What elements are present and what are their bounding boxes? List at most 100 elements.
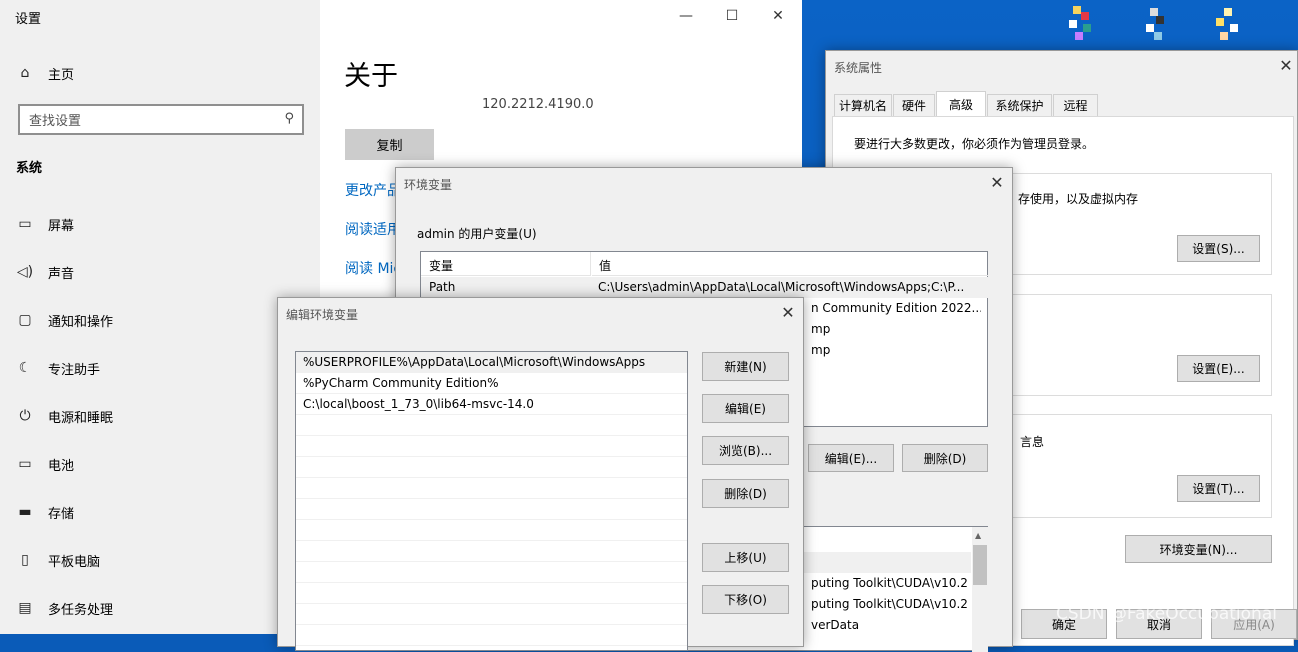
tab-4[interactable]: 远程 [1053,94,1098,116]
list-item[interactable] [296,499,687,520]
sidebar-item-2[interactable]: ▢ 通知和操作 [16,308,316,332]
search-icon: ⚲ [284,111,294,126]
sidebar-item-label: 平板电脑 [48,554,101,570]
close-icon[interactable]: ✕ [755,1,801,31]
watermark: CSDN @FakeOccupational [1056,604,1277,624]
performance-settings-button[interactable]: 设置(S)... [1177,235,1260,262]
sidebar-item-7[interactable]: ▯ 平板电脑 [16,548,316,572]
tab-3[interactable]: 系统保护 [987,94,1052,116]
dialog-title: 系统属性 [834,61,883,75]
new-entry-button[interactable]: 新建(N) [702,352,789,381]
sidebar-item-5[interactable]: ▭ 电池 [16,452,316,476]
close-icon[interactable]: ✕ [776,303,800,322]
profile-settings-button[interactable]: 设置(E)... [1177,355,1260,382]
sidebar-item-label: 屏幕 [48,218,75,234]
scrollbar-thumb[interactable] [973,545,987,585]
sidebar-item-0[interactable]: ▭ 屏幕 [16,212,316,236]
sidebar-item-3[interactable]: ☾ 专注助手 [16,356,316,380]
edit-environment-variable-dialog: 编辑环境变量 ✕ %USERPROFILE%\AppData\Local\Mic… [277,297,804,651]
list-item[interactable]: %PyCharm Community Edition% [296,373,687,394]
list-item[interactable]: C:\local\boost_1_73_0\lib64-msvc-14.0 [296,394,687,415]
list-item[interactable] [296,520,687,541]
sidebar-item-1[interactable]: ◁) 声音 [16,260,316,284]
variable-value: n Community Edition 2022.... [811,301,981,315]
browse-button[interactable]: 浏览(B)... [702,436,789,465]
version-text: 120.2212.4190.0 [482,97,594,112]
sidebar-item-label: 主页 [48,67,75,83]
variable-value: puting Toolkit\CUDA\v10.2 [811,597,968,611]
search-placeholder: 查找设置 [29,114,82,129]
multitask-icon: ▤ [18,600,32,616]
storage-icon: ▬ [18,504,32,520]
scroll-up-icon[interactable]: ▲ [975,531,981,540]
sidebar-item-8[interactable]: ▤ 多任务处理 [16,596,316,620]
settings-title: 设置 [15,12,42,27]
dialog-title: 编辑环境变量 [286,308,359,322]
list-item[interactable] [296,415,687,436]
search-input[interactable]: 查找设置 ⚲ [18,104,304,135]
variable-value: mp [811,322,831,336]
move-up-button[interactable]: 上移(U) [702,543,789,572]
page-title: 关于 [344,61,398,92]
link-read-microsoft[interactable]: 阅读 Mic [345,258,401,278]
list-item[interactable] [296,604,687,625]
delete-entry-button[interactable]: 删除(D) [702,479,789,508]
sidebar-item-4[interactable]: ⏻ 电源和睡眠 [16,404,316,428]
list-item[interactable] [296,541,687,562]
copy-button[interactable]: 复制 [345,129,434,160]
list-item[interactable] [296,562,687,583]
moon-icon: ☾ [18,360,32,376]
edit-user-variable-button[interactable]: 编辑(E)... [808,444,894,472]
sidebar-item-label: 专注助手 [48,362,101,378]
edit-entry-button[interactable]: 编辑(E) [702,394,789,423]
group-description: 言息 [1020,435,1045,449]
variable-value: mp [811,343,831,357]
desktop-app-icon[interactable] [1140,6,1174,44]
sidebar-item-label: 存储 [48,506,75,522]
group-description: 存使用，以及虚拟内存 [1018,192,1139,206]
link-read-terms[interactable]: 阅读适用 [345,219,401,239]
desktop-app-icon[interactable] [1212,6,1246,44]
sidebar-item-home[interactable]: ⌂ 主页 [16,61,316,85]
desktop-app-icon[interactable] [1065,6,1099,44]
variable-name: Path [429,280,456,294]
table-row[interactable]: Path C:\Users\admin\AppData\Local\Microso… [421,277,988,298]
minimize-icon[interactable]: — [663,1,709,31]
monitor-icon: ▭ [18,216,32,232]
tab-2[interactable]: 高级 [936,91,986,116]
scrollbar[interactable]: ▲ [972,527,988,652]
sidebar-item-label: 通知和操作 [48,314,114,330]
close-icon[interactable]: ✕ [1274,56,1298,75]
close-icon[interactable]: ✕ [985,173,1009,192]
move-down-button[interactable]: 下移(O) [702,585,789,614]
list-item[interactable] [296,478,687,499]
maximize-icon[interactable]: ☐ [709,1,755,31]
column-header-variable[interactable]: 变量 [421,252,591,276]
sidebar-item-label: 电源和睡眠 [48,410,114,426]
battery-icon: ▭ [18,456,32,472]
tab-1[interactable]: 硬件 [893,94,935,116]
path-entries-list[interactable]: %USERPROFILE%\AppData\Local\Microsoft\Wi… [295,351,688,651]
list-item[interactable] [296,583,687,604]
link-change-product[interactable]: 更改产品 [345,180,401,200]
variable-value: verData [811,618,860,632]
list-item[interactable] [296,436,687,457]
power-icon: ⏻ [19,408,31,424]
sidebar-item-6[interactable]: ▬ 存储 [16,500,316,524]
notification-icon: ▢ [18,312,32,328]
startup-settings-button[interactable]: 设置(T)... [1177,475,1260,502]
variable-value: C:\Users\admin\AppData\Local\Microsoft\W… [598,280,965,294]
column-header-value[interactable]: 值 [592,252,988,276]
environment-variables-button[interactable]: 环境变量(N)... [1125,535,1272,563]
dialog-title: 环境变量 [404,178,453,192]
admin-note: 要进行大多数更改，你必须作为管理员登录。 [854,137,1095,151]
speaker-icon: ◁) [16,264,34,280]
delete-user-variable-button[interactable]: 删除(D) [902,444,988,472]
sidebar-item-label: 声音 [48,266,75,282]
home-icon: ⌂ [20,65,30,81]
list-item[interactable] [296,457,687,478]
variable-value: puting Toolkit\CUDA\v10.2 [811,576,968,590]
tab-0[interactable]: 计算机名 [834,94,892,116]
list-item[interactable] [296,625,687,646]
list-item[interactable]: %USERPROFILE%\AppData\Local\Microsoft\Wi… [296,352,687,373]
